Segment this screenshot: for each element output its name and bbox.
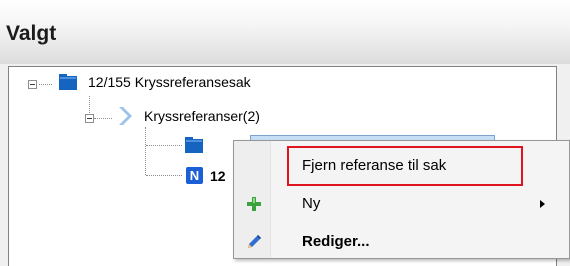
tree-connector bbox=[145, 127, 146, 175]
menu-item-new[interactable]: Ny bbox=[234, 187, 569, 221]
highlight-annotation bbox=[287, 146, 523, 186]
collapse-toggle[interactable] bbox=[85, 114, 94, 123]
note-icon: N bbox=[186, 167, 203, 184]
tree-item-kryssreferanser[interactable]: Kryssreferanser(2) bbox=[144, 107, 260, 125]
submenu-arrow-icon bbox=[540, 200, 545, 208]
collapse-toggle[interactable] bbox=[28, 80, 37, 89]
tree-connector bbox=[146, 175, 182, 176]
menu-item-label: Ny bbox=[302, 195, 321, 212]
tree-item-label[interactable]: 12 bbox=[210, 167, 226, 185]
tree-connector bbox=[94, 118, 112, 119]
menu-item-label: Rediger... bbox=[302, 233, 370, 250]
menu-item-edit[interactable]: Rediger... bbox=[234, 225, 569, 259]
folder-icon bbox=[185, 137, 203, 153]
tree-connector bbox=[39, 84, 52, 85]
plus-icon bbox=[247, 197, 261, 211]
folder-icon bbox=[59, 74, 77, 90]
tree-connector bbox=[146, 145, 182, 146]
pencil-icon bbox=[248, 235, 261, 248]
panel-header: Valgt bbox=[0, 0, 570, 64]
tree-item-root[interactable]: 12/155 Kryssreferansesak bbox=[88, 73, 251, 91]
panel-title: Valgt bbox=[6, 22, 57, 45]
chevron-right-icon bbox=[119, 107, 132, 125]
